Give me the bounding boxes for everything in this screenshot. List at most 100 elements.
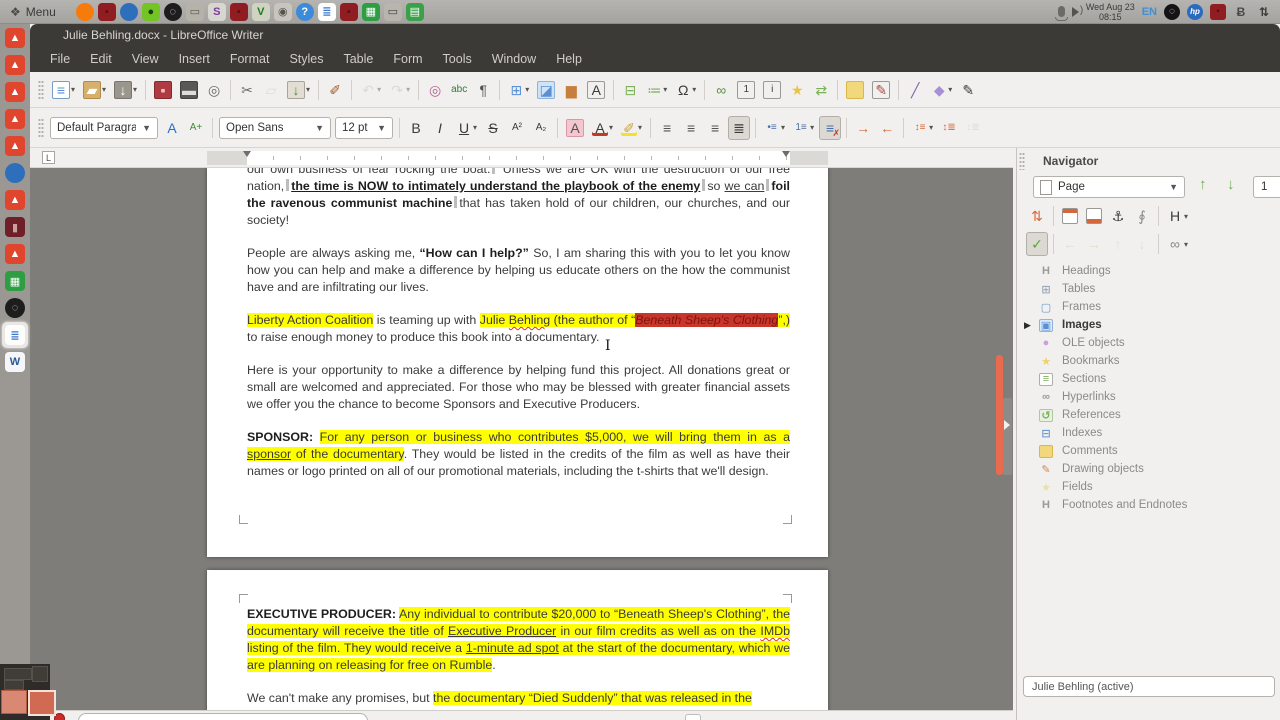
workspace-1[interactable] [1,690,27,714]
archive-icon[interactable]: ▭ [185,2,204,21]
navigate-by-combo[interactable]: Page ▼ [1033,176,1185,198]
clear-formatting-icon[interactable]: A [563,116,587,140]
italic-icon[interactable]: I [429,116,451,140]
firefox-icon[interactable] [75,2,94,21]
subscript-icon[interactable]: A₂ [530,116,552,140]
insert-image-icon[interactable]: ◪ [534,78,558,102]
paragraph[interactable]: Liberty Action Coalition is teaming up w… [247,312,791,346]
align-right-icon[interactable]: ≡ [704,116,726,140]
paragraph[interactable]: People are always asking me, “How can I … [247,245,790,296]
chevron-down-icon[interactable]: ▼ [1163,182,1178,192]
red-app-icon[interactable]: ▪ [97,2,116,21]
thunderbird-dock-icon-slot[interactable] [2,160,28,186]
volume-icon[interactable] [1071,5,1083,17]
workspace-2-selected[interactable] [28,690,56,716]
next-page-icon[interactable]: ↓ [1227,176,1235,193]
insert-line-icon[interactable]: ╱ [904,78,926,102]
increase-paragraph-spacing-icon[interactable]: ↕≣ [938,116,960,140]
document-page-1[interactable]: our own business of fear rocking the boa… [207,168,828,557]
camera-icon[interactable]: ◉ [273,2,292,21]
clone-formatting-icon[interactable]: ✐ [324,78,346,102]
clock[interactable]: Wed Aug 23 08:15 [1086,2,1135,22]
chevron-down-icon[interactable]: ▼ [371,123,386,133]
dropdown-arrow-icon[interactable]: ▾ [781,123,785,132]
help-icon[interactable]: ? [295,2,314,21]
nav-tree-bookmarks[interactable]: ★ Bookmarks [1017,352,1279,370]
superscript-icon[interactable]: A² [506,116,528,140]
increase-indent-icon[interactable]: → [852,116,874,140]
red-app-icon-3[interactable]: ▪ [339,2,358,21]
menu-view[interactable]: View [122,48,169,70]
underline-icon[interactable]: U ▾ [453,116,480,140]
reminder-icon[interactable]: ∮ [1131,204,1153,228]
titlebar[interactable]: Julie Behling.docx - LibreOffice Writer [30,24,1280,46]
dropdown-arrow-icon[interactable]: ▾ [133,85,137,94]
printer-icon[interactable]: ▭ [383,2,402,21]
endnote-icon[interactable]: i [760,78,784,102]
brave-icon-3-slot[interactable]: ▲ [2,79,28,105]
comment-icon[interactable] [843,78,867,102]
secure-lock-icon[interactable]: ● [141,2,160,21]
scrollbar-highlight-thumb[interactable] [996,355,1003,475]
nav-tree-references[interactable]: ↺ References [1017,406,1279,424]
dropdown-arrow-icon[interactable]: ▾ [663,85,667,94]
nav-tree-frames[interactable]: ▢ Frames [1017,298,1279,316]
strikethrough-icon[interactable]: S [482,116,504,140]
panel-grip[interactable] [1019,152,1025,170]
insert-chart-icon[interactable]: ▆ [560,78,582,102]
calc-dock-icon-slot[interactable]: ▦ [2,268,28,294]
dropdown-arrow-icon[interactable]: ▾ [377,85,381,94]
dropdown-arrow-icon[interactable]: ▾ [406,85,410,94]
find-input[interactable] [78,713,368,720]
nav-tree-images[interactable]: ▶ ▣ Images [1017,316,1279,334]
toolbar-grip[interactable] [38,117,44,138]
formatting-marks-icon[interactable]: ¶ [472,78,494,102]
decrease-indent-icon[interactable]: ← [876,116,898,140]
align-center-icon[interactable]: ≡ [680,116,702,140]
brave-icon-1-slot[interactable]: ▲ [2,25,28,51]
obs-icon[interactable]: ◌ [163,2,182,21]
nav-tree-sections[interactable]: ≡ Sections [1017,370,1279,388]
spelling-icon[interactable]: abc [448,78,470,102]
nav-tree-tables[interactable]: ⊞ Tables [1017,280,1279,298]
bold-icon[interactable]: B [405,116,427,140]
special-character-icon[interactable]: Ω ▾ [672,78,699,102]
menu-tools[interactable]: Tools [433,48,482,70]
workspace-switcher[interactable] [0,664,56,720]
header-icon[interactable] [1059,204,1081,228]
numbered-list-icon[interactable]: 1≡ ▾ [790,116,817,140]
update-style-icon[interactable]: A [161,116,183,140]
desktop-menu-button[interactable]: ❖ Menu [0,5,66,19]
menu-format[interactable]: Format [220,48,280,70]
nav-tree-hyperlinks[interactable]: ∞ Hyperlinks [1017,388,1279,406]
dropdown-arrow-icon[interactable]: ▾ [525,85,529,94]
menu-file[interactable]: File [40,48,80,70]
menu-window[interactable]: Window [482,48,546,70]
obs-tray-icon[interactable]: ◌ [1164,3,1180,20]
toolbar-grip[interactable] [38,79,44,100]
word-icon-slot[interactable]: W [2,349,28,375]
font-size-combo[interactable]: 12 pt ▼ [335,116,393,139]
align-justified-icon[interactable]: ≣ [728,115,751,140]
vim-icon[interactable]: V [251,2,270,21]
dropdown-arrow-icon[interactable]: ▾ [810,123,814,132]
draw-functions-icon[interactable]: ✎ [957,78,979,102]
paragraph-style-combo[interactable]: Default Paragraph ▼ [50,116,158,139]
font-color-icon[interactable]: A ▾ [589,116,616,140]
book-icon-slot[interactable]: ▮ [2,214,28,240]
dropdown-arrow-icon[interactable]: ▾ [609,123,613,132]
insert-textbox-icon[interactable]: A [584,78,608,102]
new-document-icon[interactable]: ≡ ▾ [49,78,78,102]
nav-tree-ole-objects[interactable]: ● OLE objects [1017,334,1279,352]
document-selector-combo[interactable]: Julie Behling (active) [1023,676,1275,697]
brave-icon-4-slot[interactable]: ▲ [2,106,28,132]
horizontal-ruler[interactable]: L [30,148,1013,168]
dropdown-arrow-icon[interactable]: ▾ [306,85,310,94]
basic-shapes-icon[interactable]: ◆ ▾ [928,78,955,102]
paragraph[interactable]: SPONSOR: For any person or business who … [247,429,790,480]
network-icon[interactable]: ⇅ [1256,4,1272,20]
document-page-2[interactable]: EXECUTIVE PRODUCER: Any individual to co… [207,570,828,710]
dropdown-arrow-icon[interactable]: ▾ [473,123,477,132]
calc-launcher-icon[interactable]: ▦ [361,2,380,21]
nav-tree-indexes[interactable]: ⊟ Indexes [1017,424,1279,442]
